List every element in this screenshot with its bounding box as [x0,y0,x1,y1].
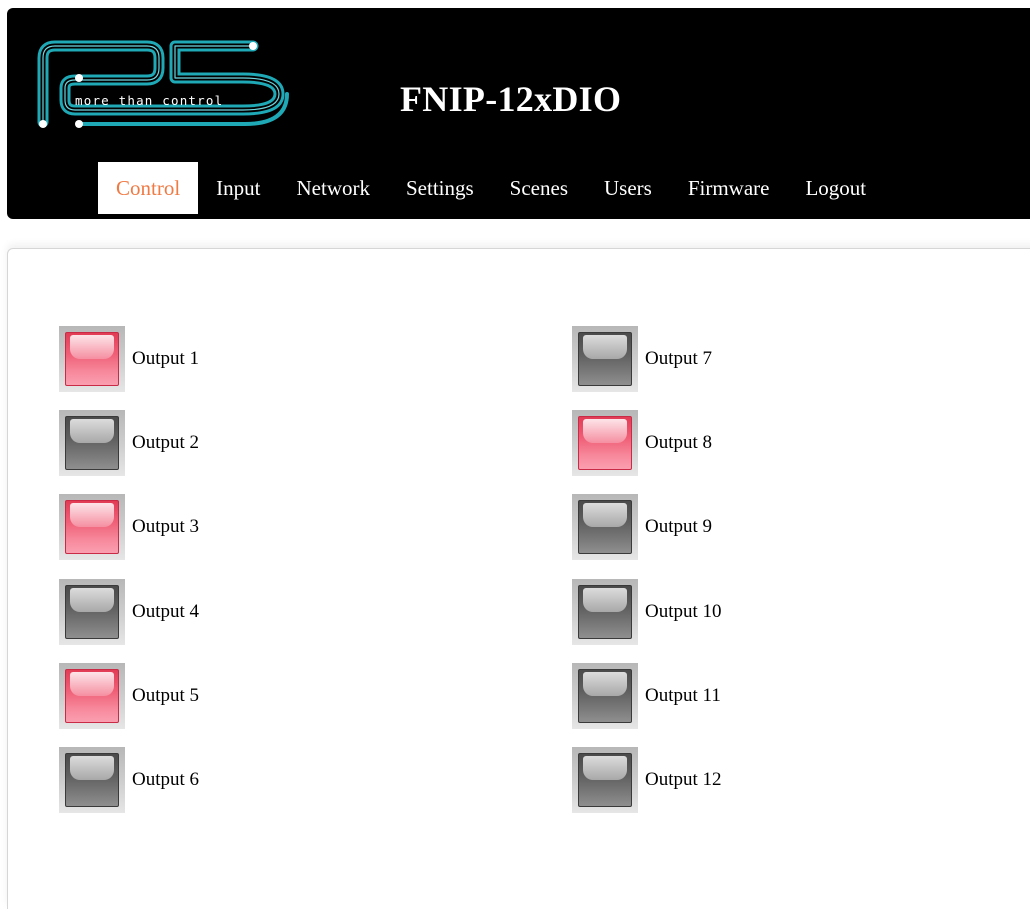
output-row-9: Output 9 [572,494,712,560]
output-toggle-10[interactable] [572,579,638,645]
output-led-icon [578,416,632,470]
output-toggle-1[interactable] [59,326,125,392]
output-label: Output 11 [645,685,721,706]
output-led-icon [578,500,632,554]
output-toggle-2[interactable] [59,410,125,476]
output-led-icon [65,753,119,807]
output-row-10: Output 10 [572,579,722,645]
p5-logo: more than control [35,36,297,132]
output-row-8: Output 8 [572,410,712,476]
svg-text:more than control: more than control [75,93,223,108]
output-toggle-7[interactable] [572,326,638,392]
nav-tab-scenes[interactable]: Scenes [492,162,586,214]
nav-tab-input[interactable]: Input [198,162,278,214]
output-led-icon [65,416,119,470]
output-row-4: Output 4 [59,579,199,645]
output-label: Output 8 [645,432,713,453]
output-toggle-9[interactable] [572,494,638,560]
output-toggle-12[interactable] [572,747,638,813]
output-led-icon [578,753,632,807]
nav-tab-control[interactable]: Control [98,162,199,214]
output-label: Output 4 [132,601,200,622]
output-row-3: Output 3 [59,494,199,560]
output-led-icon [65,669,119,723]
output-row-2: Output 2 [59,410,199,476]
header-bar: more than control FNIP-12xDIO Control In… [7,8,1030,219]
output-row-5: Output 5 [59,663,199,729]
output-led-icon [65,500,119,554]
nav-tab-logout[interactable]: Logout [787,162,884,214]
output-label: Output 5 [132,685,200,706]
output-toggle-5[interactable] [59,663,125,729]
output-row-6: Output 6 [59,747,199,813]
output-label: Output 12 [645,769,722,790]
output-led-icon [65,585,119,639]
output-led-icon [578,669,632,723]
output-toggle-4[interactable] [59,579,125,645]
output-label: Output 1 [132,348,200,369]
nav-tab-firmware[interactable]: Firmware [670,162,788,214]
output-label: Output 3 [132,516,200,537]
output-row-1: Output 1 [59,326,199,392]
output-row-7: Output 7 [572,326,712,392]
output-toggle-3[interactable] [59,494,125,560]
output-label: Output 2 [132,432,200,453]
output-led-icon [65,332,119,386]
output-toggle-11[interactable] [572,663,638,729]
output-label: Output 9 [645,516,713,537]
page-title: FNIP-12xDIO [400,79,622,119]
main-nav: Control Input Network Settings Scenes Us… [98,162,884,214]
nav-tab-settings[interactable]: Settings [388,162,492,214]
nav-tab-users[interactable]: Users [586,162,670,214]
output-toggle-8[interactable] [572,410,638,476]
output-led-icon [578,585,632,639]
nav-tab-network[interactable]: Network [279,162,388,214]
output-toggle-6[interactable] [59,747,125,813]
output-row-11: Output 11 [572,663,721,729]
output-label: Output 6 [132,769,200,790]
output-label: Output 10 [645,601,722,622]
output-led-icon [578,332,632,386]
output-label: Output 7 [645,348,713,369]
output-row-12: Output 12 [572,747,722,813]
control-panel: Output 1 Output 2 Output 3 Output 4 Outp… [7,248,1030,909]
